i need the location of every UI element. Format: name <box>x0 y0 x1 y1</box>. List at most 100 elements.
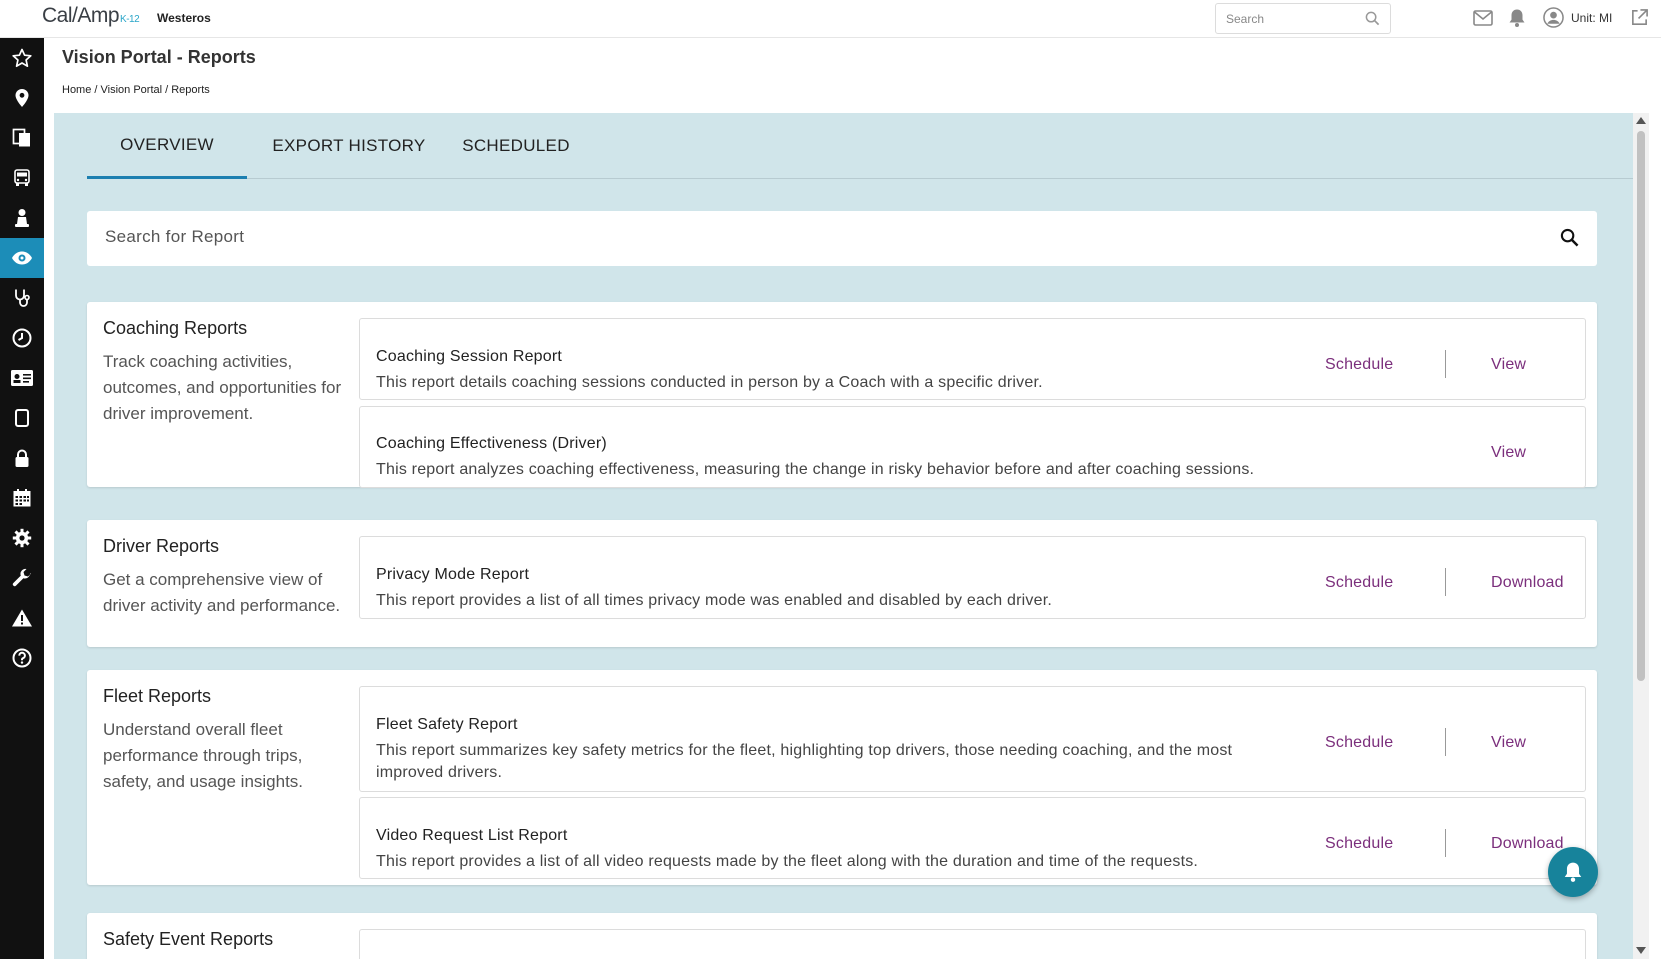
view-button[interactable]: View <box>1491 356 1526 374</box>
driver-icon <box>15 209 29 227</box>
wrench-icon <box>12 568 31 587</box>
scroll-up-arrow-icon[interactable] <box>1636 117 1646 124</box>
section-coaching-reports: Coaching Reports Track coaching activiti… <box>87 302 1597 488</box>
gear-icon <box>12 528 32 548</box>
scroll-down-arrow-icon[interactable] <box>1636 947 1646 954</box>
mail-icon[interactable] <box>1473 10 1493 31</box>
section-title: Safety Event Reports <box>103 929 274 949</box>
tab-overview[interactable]: OVERVIEW <box>87 113 247 179</box>
schedule-button[interactable]: Schedule <box>1325 835 1393 853</box>
report-card-partial <box>359 929 1586 959</box>
section-title: Driver Reports <box>103 536 220 556</box>
sidebar-item-favorites[interactable] <box>0 38 44 78</box>
tablet-icon <box>15 409 29 427</box>
global-search-input[interactable] <box>1226 4 1366 33</box>
scrollbar-thumb[interactable] <box>1637 131 1645 681</box>
breadcrumb[interactable]: Home / Vision Portal / Reports <box>62 84 210 96</box>
report-description: This report summarizes key safety metric… <box>376 742 1233 781</box>
section-driver-reports: Driver Reports Get a comprehensive view … <box>87 520 1597 647</box>
warning-icon <box>12 609 32 627</box>
divider <box>1445 350 1446 378</box>
sidebar-item-security[interactable] <box>0 438 44 478</box>
bell-icon <box>1564 862 1582 882</box>
search-icon[interactable] <box>1365 11 1380 31</box>
bell-icon[interactable] <box>1508 8 1526 33</box>
notification-fab-button[interactable] <box>1548 847 1598 897</box>
vehicle-icon <box>14 169 30 186</box>
view-button[interactable]: View <box>1491 734 1526 752</box>
report-description: This report provides a list of all video… <box>376 853 1199 870</box>
sidebar-item-tools[interactable] <box>0 558 44 598</box>
report-card-video-request-list: Video Request List Report This report pr… <box>359 797 1586 879</box>
report-title: Fleet Safety Report <box>376 716 518 733</box>
external-link-icon[interactable] <box>1630 8 1649 32</box>
report-card-fleet-safety: Fleet Safety Report This report summariz… <box>359 686 1586 792</box>
page-title: Vision Portal - Reports <box>62 47 256 67</box>
help-icon <box>12 648 32 668</box>
sidebar-item-documents[interactable] <box>0 118 44 158</box>
sidebar-item-alerts[interactable] <box>0 598 44 638</box>
stethoscope-icon <box>15 289 30 307</box>
section-title: Fleet Reports <box>103 686 212 706</box>
sidebar-item-vision[interactable] <box>0 238 44 278</box>
report-title: Privacy Mode Report <box>376 566 530 583</box>
star-icon <box>12 48 32 68</box>
report-card-privacy-mode: Privacy Mode Report This report provides… <box>359 536 1586 619</box>
user-avatar-icon[interactable] <box>1543 7 1564 33</box>
report-title: Coaching Session Report <box>376 348 563 365</box>
schedule-button[interactable]: Schedule <box>1325 574 1393 592</box>
top-bar: Cal/AmpK-12 Westeros Unit: MI <box>0 0 1661 38</box>
report-title: Coaching Effectiveness (Driver) <box>376 435 607 452</box>
sidebar-item-health[interactable] <box>0 278 44 318</box>
report-search-input[interactable] <box>105 227 1505 247</box>
section-fleet-reports: Fleet Reports Understand overall fleet p… <box>87 670 1597 885</box>
logo-suffix: K-12 <box>120 14 140 25</box>
tab-export-history[interactable]: EXPORT HISTORY <box>267 113 431 179</box>
schedule-button[interactable]: Schedule <box>1325 356 1393 374</box>
logo-text: Cal/Amp <box>42 4 120 27</box>
sidebar-item-help[interactable] <box>0 638 44 678</box>
sidebar-item-driver[interactable] <box>0 198 44 238</box>
report-search[interactable] <box>87 211 1597 266</box>
unit-label[interactable]: Unit: MI <box>1571 11 1612 25</box>
sidebar-item-history[interactable] <box>0 318 44 358</box>
global-search[interactable] <box>1215 3 1391 34</box>
section-title: Coaching Reports <box>103 318 248 338</box>
id-card-icon <box>11 370 33 386</box>
section-safety-event-reports: Safety Event Reports <box>87 913 1597 959</box>
clock-icon <box>12 328 32 348</box>
report-card-coaching-effectiveness: Coaching Effectiveness (Driver) This rep… <box>359 406 1586 488</box>
sidebar-item-calendar[interactable] <box>0 478 44 518</box>
sidebar <box>0 38 44 959</box>
scrollbar[interactable] <box>1633 113 1649 959</box>
report-card-coaching-session: Coaching Session Report This report deta… <box>359 318 1586 400</box>
section-description: Understand overall fleet performance thr… <box>103 720 304 791</box>
calamp-logo[interactable]: Cal/AmpK-12 <box>42 4 140 28</box>
search-icon[interactable] <box>1560 228 1579 252</box>
org-name: Westeros <box>157 11 211 25</box>
view-button[interactable]: View <box>1491 444 1526 462</box>
report-tabs: OVERVIEW EXPORT HISTORY SCHEDULED <box>87 113 1634 179</box>
sidebar-item-location[interactable] <box>0 78 44 118</box>
sidebar-item-vehicle[interactable] <box>0 158 44 198</box>
sidebar-item-settings[interactable] <box>0 518 44 558</box>
divider <box>1445 829 1446 857</box>
documents-icon <box>12 128 30 147</box>
report-description: This report analyzes coaching effectiven… <box>376 461 1255 478</box>
calendar-icon <box>13 489 31 507</box>
download-button[interactable]: Download <box>1491 835 1564 853</box>
lock-icon <box>15 449 29 467</box>
section-description: Get a comprehensive view of driver activ… <box>103 570 341 615</box>
report-title: Video Request List Report <box>376 827 568 844</box>
report-description: This report provides a list of all times… <box>376 592 1053 609</box>
sidebar-item-id-card[interactable] <box>0 358 44 398</box>
tab-scheduled[interactable]: SCHEDULED <box>457 113 575 179</box>
reports-content: OVERVIEW EXPORT HISTORY SCHEDULED Coachi… <box>54 113 1634 959</box>
schedule-button[interactable]: Schedule <box>1325 734 1393 752</box>
section-description: Track coaching activities, outcomes, and… <box>103 352 342 423</box>
divider <box>1445 568 1446 596</box>
report-description: This report details coaching sessions co… <box>376 374 1043 391</box>
divider <box>1445 728 1446 756</box>
download-button[interactable]: Download <box>1491 574 1564 592</box>
sidebar-item-tablet[interactable] <box>0 398 44 438</box>
